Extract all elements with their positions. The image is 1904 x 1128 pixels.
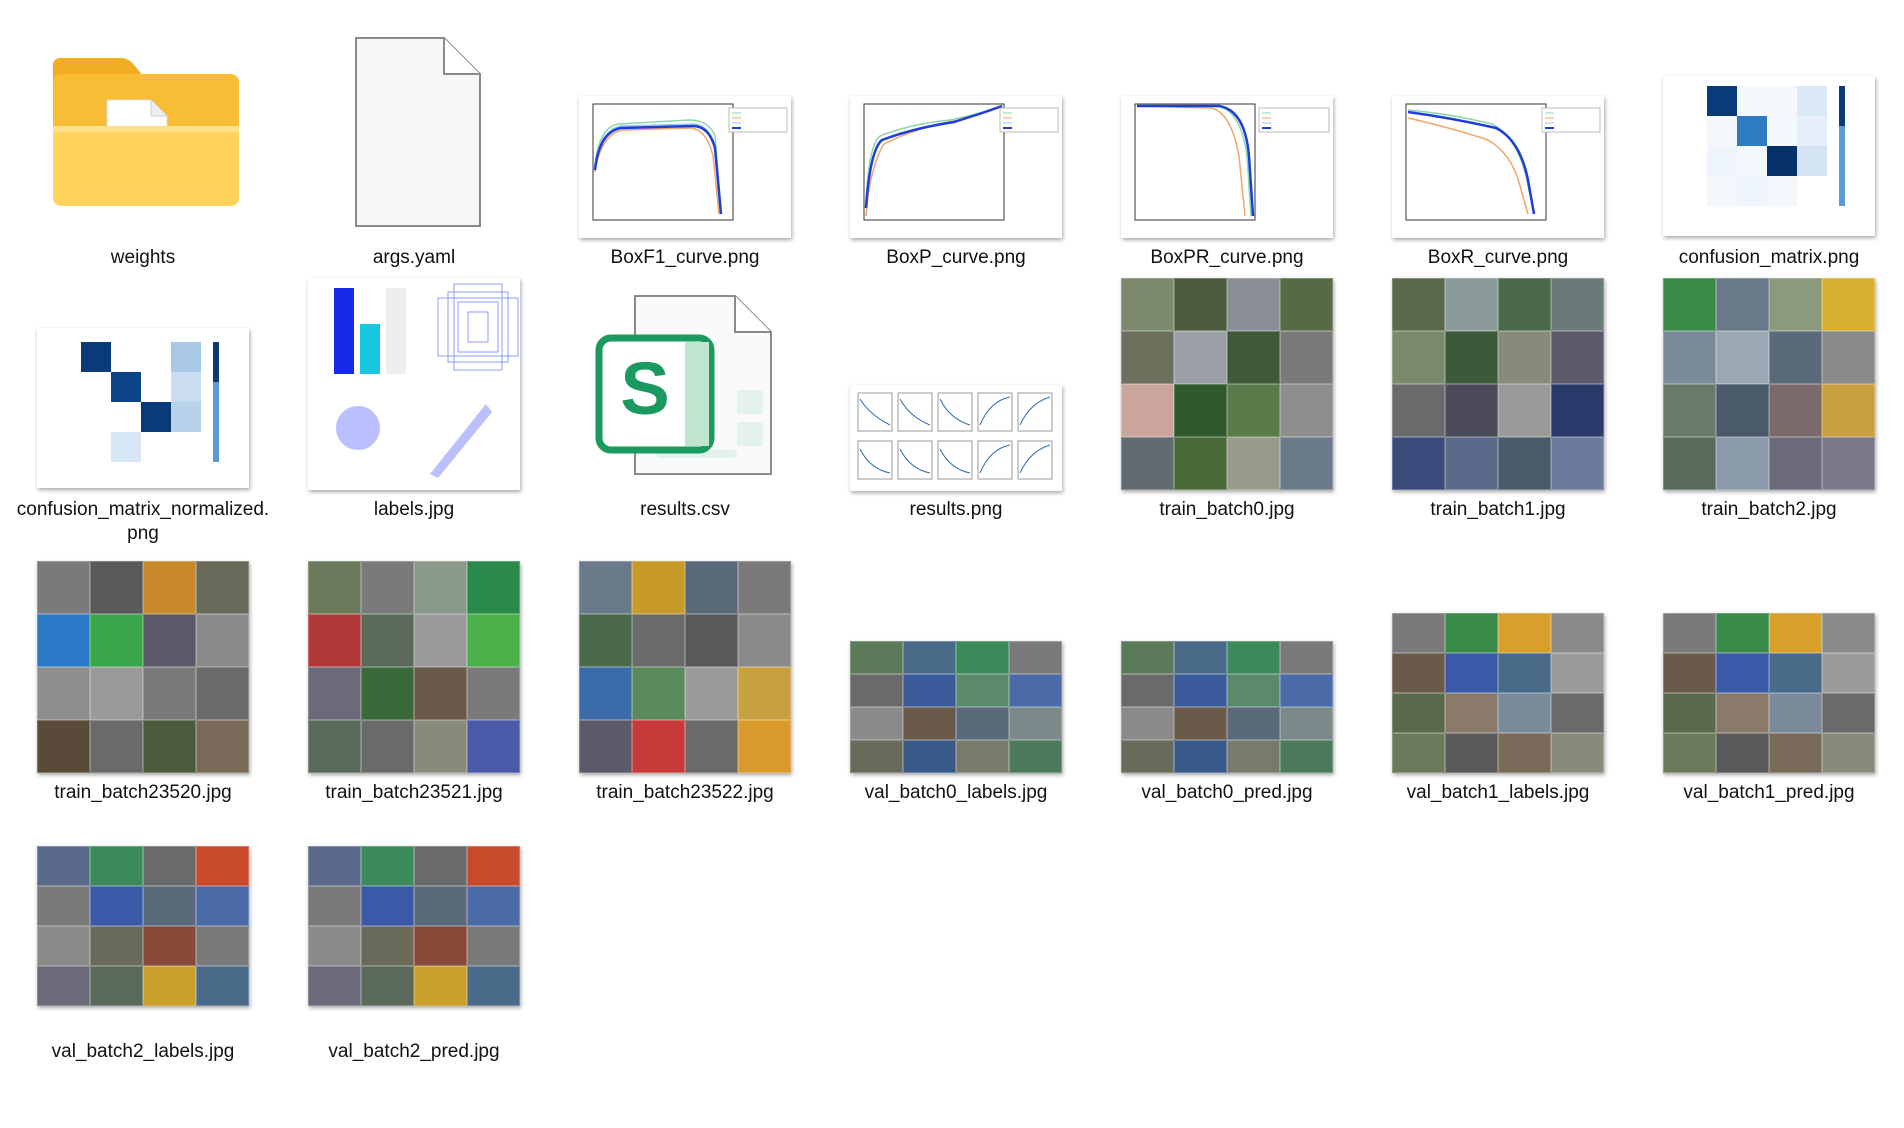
file-train-batch23522[interactable]: train_batch23522.jpg [555,557,815,817]
file-name: train_batch0.jpg [1159,499,1295,520]
file-train-batch1[interactable]: train_batch1.jpg [1368,274,1628,534]
image-thumbnail [575,22,795,242]
file-name: val_batch1_labels.jpg [1406,782,1590,803]
image-thumbnail [1388,22,1608,242]
file-name: val_batch2_pred.jpg [328,1041,500,1062]
spreadsheet-icon: S [575,274,795,494]
image-thumbnail [575,557,795,777]
file-train-batch23521[interactable]: train_batch23521.jpg [284,557,544,817]
file-name: confusion_matrix.png [1678,247,1860,268]
file-confusion-matrix-normalized[interactable]: confusion_matrix_normalized.png [13,274,273,544]
file-boxp-curve[interactable]: BoxP_curve.png [826,22,1086,282]
image-thumbnail [1659,557,1879,777]
file-weights[interactable]: weights [13,22,273,282]
file-name: val_batch2_labels.jpg [51,1041,235,1062]
svg-text:S: S [620,347,669,430]
file-boxr-curve[interactable]: BoxR_curve.png [1368,22,1628,282]
image-thumbnail [1117,274,1337,494]
file-name: args.yaml [372,247,456,268]
file-train-batch2[interactable]: train_batch2.jpg [1639,274,1899,534]
file-name: BoxPR_curve.png [1150,247,1304,268]
file-name: val_batch0_labels.jpg [864,782,1048,803]
image-thumbnail [304,274,524,494]
file-name: BoxF1_curve.png [610,247,760,268]
file-name: train_batch1.jpg [1430,499,1566,520]
file-name: results.png [909,499,1003,520]
file-name: val_batch1_pred.jpg [1683,782,1855,803]
file-name: train_batch23520.jpg [54,782,232,803]
file-args-yaml[interactable]: args.yaml [284,22,544,282]
file-name: labels.jpg [373,499,455,520]
file-name: val_batch0_pred.jpg [1141,782,1313,803]
file-train-batch0[interactable]: train_batch0.jpg [1097,274,1357,534]
image-thumbnail [304,816,524,1036]
image-thumbnail [304,557,524,777]
file-icon [304,22,524,242]
image-thumbnail [33,274,253,494]
folder-icon [33,22,253,242]
image-thumbnail [1659,22,1879,242]
image-thumbnail [1388,557,1608,777]
file-val-batch0-pred[interactable]: val_batch0_pred.jpg [1097,557,1357,817]
file-boxpr-curve[interactable]: BoxPR_curve.png [1097,22,1357,282]
file-name: confusion_matrix_normalized.png [16,499,270,544]
file-boxf1-curve[interactable]: BoxF1_curve.png [555,22,815,282]
file-val-batch2-labels[interactable]: val_batch2_labels.jpg [13,816,273,1076]
file-val-batch0-labels[interactable]: val_batch0_labels.jpg [826,557,1086,817]
file-name: train_batch23522.jpg [596,782,774,803]
file-val-batch2-pred[interactable]: val_batch2_pred.jpg [284,816,544,1076]
image-thumbnail [1388,274,1608,494]
file-name: BoxP_curve.png [886,247,1026,268]
file-name: BoxR_curve.png [1427,247,1569,268]
file-confusion-matrix[interactable]: confusion_matrix.png [1639,22,1899,282]
file-name: weights [110,247,176,268]
image-thumbnail [33,816,253,1036]
image-thumbnail [1117,22,1337,242]
image-thumbnail [1117,557,1337,777]
image-thumbnail [1659,274,1879,494]
file-name: results.csv [640,499,730,520]
file-val-batch1-labels[interactable]: val_batch1_labels.jpg [1368,557,1628,817]
file-val-batch1-pred[interactable]: val_batch1_pred.jpg [1639,557,1899,817]
file-train-batch23520[interactable]: train_batch23520.jpg [13,557,273,817]
image-thumbnail [846,22,1066,242]
image-thumbnail [846,557,1066,777]
image-thumbnail [846,274,1066,494]
file-results-png[interactable]: results.png [826,274,1086,534]
image-thumbnail [33,557,253,777]
file-results-csv[interactable]: S results.csv [555,274,815,534]
file-name: train_batch23521.jpg [325,782,503,803]
file-labels[interactable]: labels.jpg [284,274,544,534]
file-name: train_batch2.jpg [1701,499,1837,520]
